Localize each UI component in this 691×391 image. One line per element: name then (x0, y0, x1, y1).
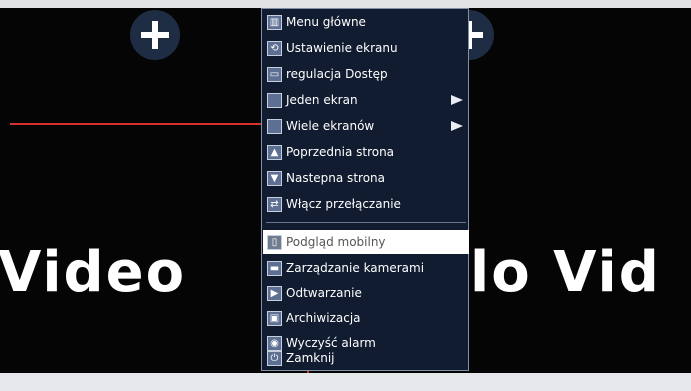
arrow-up-icon: ▲ (267, 144, 282, 160)
menu-item-label: Jeden ekran (286, 93, 358, 107)
menu-item-label: Zamknij (286, 351, 335, 365)
menu-item-label: Zarządzanie kamerami (286, 261, 425, 275)
multi-screen-icon (267, 118, 282, 134)
menu-item-mobile-preview[interactable]: ▯ Podgląd mobilny (263, 230, 469, 254)
switch-icon: ⇄ (267, 196, 282, 212)
context-menu: ▥ Menu główne ⟲ Ustawienie ekranu ▭ regu… (261, 8, 469, 371)
menu-item-previous-page[interactable]: ▲ Poprzednia strona (263, 140, 469, 164)
menu-item-label: Nastepna strona (286, 171, 385, 185)
menu-item-next-page[interactable]: ▼ Nastepna strona (263, 166, 469, 190)
menu-item-screen-settings[interactable]: ⟲ Ustawienie ekranu (263, 36, 469, 60)
menu-item-access[interactable]: ▭ regulacja Dostęp (263, 62, 469, 86)
menu-item-label: Archiwizacja (286, 311, 361, 325)
submenu-arrow-icon (451, 95, 463, 105)
menu-item-single-screen[interactable]: Jeden ekran (263, 88, 469, 112)
playback-icon: ▶ (267, 285, 282, 301)
menu-item-label: Poprzednia strona (286, 145, 395, 159)
screen-settings-icon: ⟲ (267, 40, 282, 56)
menu-item-archive[interactable]: ▣ Archiwizacja (263, 306, 469, 330)
menu-item-label: Podgląd mobilny (286, 235, 386, 249)
menu-item-label: regulacja Dostęp (286, 67, 388, 81)
add-camera-button[interactable] (130, 10, 180, 60)
menu-separator (266, 222, 466, 223)
menu-item-label: Wiele ekranów (286, 119, 375, 133)
no-video-label-right: lo Vid (470, 240, 661, 305)
menu-item-multi-screen[interactable]: Wiele ekranów (263, 114, 469, 138)
single-screen-icon (267, 92, 282, 108)
plus-icon (141, 21, 169, 49)
arrow-down-icon: ▼ (267, 170, 282, 186)
monitor-bezel-top (0, 0, 691, 8)
submenu-arrow-icon (451, 121, 463, 131)
access-icon: ▭ (267, 66, 282, 82)
mobile-preview-icon: ▯ (267, 234, 282, 250)
menu-item-main-menu[interactable]: ▥ Menu główne (263, 10, 469, 34)
power-icon: ⏻ (267, 350, 282, 366)
no-video-label-left: Video (0, 240, 187, 305)
menu-item-camera-management[interactable]: ▬ Zarządzanie kamerami (263, 256, 469, 280)
grid-divider-horizontal (10, 123, 272, 125)
camera-management-icon: ▬ (267, 260, 282, 276)
monitor-bezel-bottom (0, 373, 691, 391)
menu-item-label: Menu główne (286, 15, 366, 29)
menu-item-label: Odtwarzanie (286, 286, 362, 300)
menu-item-enable-switching[interactable]: ⇄ Włącz przełączanie (263, 192, 469, 216)
menu-item-playback[interactable]: ▶ Odtwarzanie (263, 281, 469, 305)
archive-icon: ▣ (267, 310, 282, 326)
home-icon: ▥ (267, 14, 282, 30)
menu-item-label: Włącz przełączanie (286, 197, 401, 211)
menu-item-label: Ustawienie ekranu (286, 41, 398, 55)
menu-item-close[interactable]: ⏻ Zamknij (263, 346, 469, 370)
